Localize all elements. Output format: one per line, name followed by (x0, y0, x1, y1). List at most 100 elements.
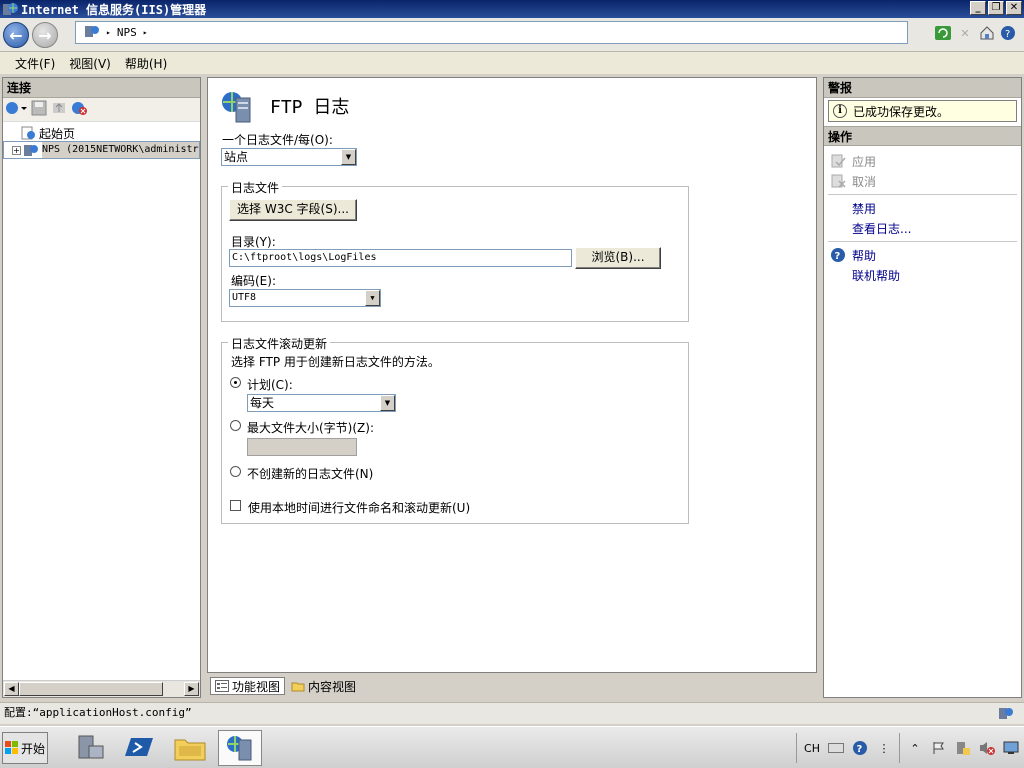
menu-help[interactable]: 帮助(H) (125, 55, 167, 72)
volume-muted-icon[interactable] (978, 739, 996, 757)
no-new-file-radio[interactable] (230, 466, 241, 477)
scroll-left-button[interactable]: ◀ (4, 682, 19, 696)
network-status-icon (998, 705, 1014, 728)
back-button[interactable]: ← (3, 22, 29, 48)
encoding-label: 编码(E): (231, 274, 276, 288)
schedule-label: 计划(C): (247, 378, 293, 392)
powershell-icon (125, 732, 155, 765)
powershell-app[interactable] (118, 730, 162, 766)
cancel-icon (830, 173, 846, 189)
refresh-icon[interactable] (934, 24, 952, 42)
status-text: 配置:“applicationHost.config” (4, 706, 192, 719)
tree-item-start-page[interactable]: 起始页 (3, 125, 200, 141)
breadcrumb-separator[interactable]: ▸ (106, 28, 111, 37)
info-icon: i (833, 104, 847, 118)
schedule-value: 每天 (250, 396, 275, 410)
log-file-group-title: 日志文件 (228, 179, 283, 196)
divider (828, 194, 1017, 195)
features-view-icon (215, 680, 229, 692)
encoding-select[interactable]: UTF8 ▼ (229, 289, 381, 307)
tab-features-label: 功能视图 (232, 679, 281, 694)
rollover-group-title: 日志文件滚动更新 (228, 335, 331, 352)
action-center-flag-icon[interactable] (930, 739, 948, 757)
help-dropdown-icon[interactable]: ? (1000, 24, 1018, 42)
cancel-label: 取消 (852, 174, 877, 189)
encoding-value: UTF8 (232, 292, 257, 303)
server-manager-app[interactable] (68, 730, 112, 766)
help-icon[interactable]: ? (851, 739, 869, 757)
address-bar[interactable]: ▸ NPS ▸ (75, 21, 908, 44)
alerts-header: 警报 (824, 78, 1021, 98)
server-tray-icon[interactable] (954, 739, 972, 757)
start-page-icon (20, 126, 36, 140)
online-help-action[interactable]: 联机帮助 (824, 265, 1021, 285)
schedule-select[interactable]: 每天 ▼ (247, 394, 396, 412)
schedule-radio[interactable] (230, 377, 241, 388)
start-button[interactable]: 开始 (2, 732, 48, 764)
close-button[interactable]: ✕ (1006, 1, 1022, 15)
server-manager-icon (75, 732, 105, 765)
connect-icon[interactable] (5, 100, 27, 119)
tree-item-nps-server[interactable]: + NPS (2015NETWORK\administr (3, 141, 200, 159)
max-size-label: 最大文件大小(字节)(Z): (247, 421, 374, 435)
select-w3c-fields-button[interactable]: 选择 W3C 字段(S)... (229, 199, 357, 221)
chevron-down-icon[interactable]: ▼ (365, 290, 380, 306)
tray-options-icon[interactable]: ⋮ (875, 739, 893, 757)
title-bar: Internet 信息服务(IIS)管理器 _ ❐ ✕ (0, 0, 1024, 18)
iis-manager-app[interactable] (218, 730, 262, 766)
restore-button[interactable]: ❐ (988, 1, 1004, 15)
minimize-button[interactable]: _ (970, 1, 986, 15)
breadcrumb-separator[interactable]: ▸ (143, 28, 148, 37)
directory-input[interactable]: C:\ftproot\logs\LogFiles (229, 249, 572, 267)
no-new-file-label: 不创建新的日志文件(N) (247, 467, 374, 481)
server-icon (84, 24, 100, 41)
disconnect-icon[interactable] (71, 100, 89, 119)
max-size-radio[interactable] (230, 420, 241, 431)
scroll-right-button[interactable]: ▶ (184, 682, 199, 696)
help-action[interactable]: ? 帮助 (824, 245, 1021, 265)
explorer-app[interactable] (168, 730, 212, 766)
apply-action[interactable]: 应用 (824, 151, 1021, 171)
disable-label: 禁用 (852, 201, 877, 216)
server-icon (23, 143, 39, 157)
disable-action[interactable]: 禁用 (824, 198, 1021, 218)
tab-features-view[interactable]: 功能视图 (210, 677, 286, 695)
directory-label: 目录(Y): (231, 235, 276, 249)
connections-header: 连接 (3, 78, 200, 98)
browse-button[interactable]: 浏览(B)... (575, 247, 661, 269)
forward-button[interactable]: → (32, 22, 58, 48)
horizontal-scrollbar[interactable]: ◀ ▶ (3, 680, 200, 697)
help-icon: ? (830, 247, 846, 263)
up-level-icon[interactable] (51, 100, 67, 119)
chevron-down-icon[interactable]: ▼ (341, 149, 356, 165)
tree-expander[interactable]: + (12, 145, 21, 155)
alert-message-box: i 已成功保存更改。 (828, 100, 1017, 122)
network-icon[interactable] (1002, 739, 1020, 757)
show-hidden-icons-icon[interactable]: ⌃ (906, 739, 924, 757)
cancel-action[interactable]: 取消 (824, 171, 1021, 191)
menu-view[interactable]: 视图(V) (69, 55, 111, 72)
apply-label: 应用 (852, 154, 877, 169)
windows-logo-icon (4, 741, 19, 755)
connections-pane: 连接 起始页 + NPS (2015NETWORK\administr ◀ ▶ (2, 77, 201, 698)
ftp-logging-page: FTP 日志 一个日志文件/每(O): 站点 ▼ 日志文件 选择 W3C 字段(… (207, 77, 817, 673)
language-indicator[interactable]: CH (803, 739, 821, 757)
chevron-down-icon[interactable]: ▼ (380, 395, 395, 411)
scroll-thumb[interactable] (19, 682, 163, 696)
local-time-checkbox[interactable] (230, 500, 241, 511)
keyboard-icon[interactable] (827, 739, 845, 757)
menu-file[interactable]: 文件(F) (15, 55, 55, 72)
actions-pane: 警报 i 已成功保存更改。 操作 应用 取消 禁用 查看日志... ? 帮助 联… (823, 77, 1022, 698)
one-log-per-select[interactable]: 站点 ▼ (221, 148, 357, 166)
tab-content-view[interactable]: 内容视图 (287, 677, 360, 695)
save-icon[interactable] (31, 100, 47, 119)
view-logs-action[interactable]: 查看日志... (824, 218, 1021, 238)
online-help-label: 联机帮助 (852, 268, 901, 283)
ftp-logging-icon (220, 88, 256, 124)
stop-icon[interactable]: ✕ (956, 24, 974, 42)
home-icon[interactable] (978, 24, 996, 42)
one-log-per-label: 一个日志文件/每(O): (222, 133, 333, 147)
iis-app-icon (2, 2, 18, 16)
status-bar: 配置:“applicationHost.config” (0, 702, 1024, 724)
breadcrumb-nps[interactable]: NPS (117, 26, 137, 39)
